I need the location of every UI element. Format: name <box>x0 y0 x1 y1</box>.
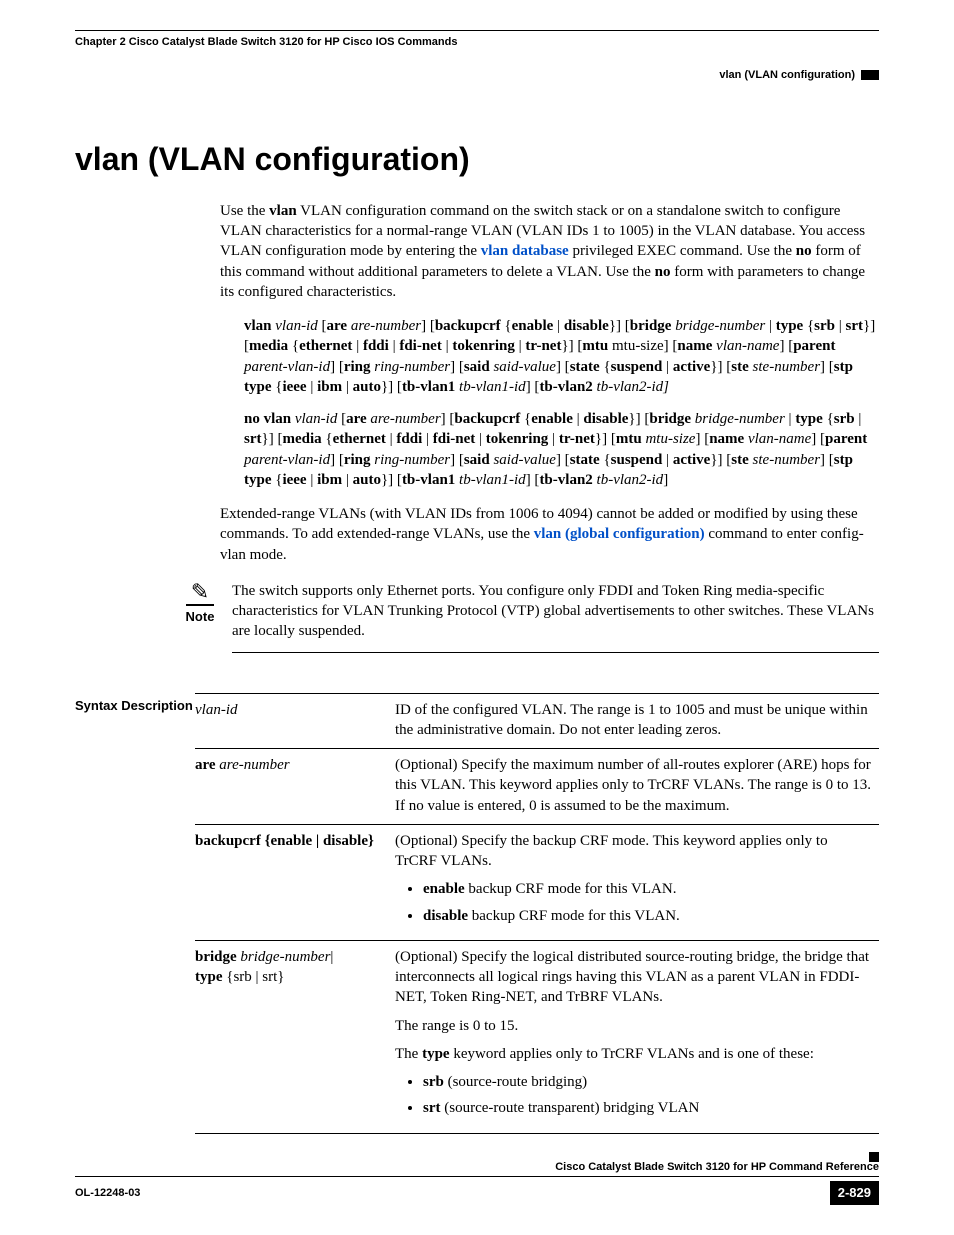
text: | <box>330 949 333 965</box>
text: (source-route transparent) bridging VLAN <box>441 1100 700 1116</box>
header-marker-icon <box>861 70 879 80</box>
section-header-text: vlan (VLAN configuration) <box>719 68 855 83</box>
list-item: enable backup CRF mode for this VLAN. <box>423 879 873 899</box>
keyword-no: no <box>655 264 671 280</box>
text: The <box>395 1046 422 1062</box>
syntax-description-label: Syntax Description <box>75 693 195 1134</box>
text: (source-route bridging) <box>444 1074 587 1090</box>
command-syntax-vlan: vlan vlan-id [are are-number] [backupcrf… <box>244 316 879 490</box>
table-row: are are-number (Optional) Specify the ma… <box>195 749 879 825</box>
note-block: ✎ Note The switch supports only Ethernet… <box>180 581 879 653</box>
section-header-bar: vlan (VLAN configuration) <box>75 68 879 83</box>
text: backup CRF mode for this VLAN. <box>465 881 677 897</box>
footer-book-title: Cisco Catalyst Blade Switch 3120 for HP … <box>555 1161 879 1173</box>
page-title: vlan (VLAN configuration) <box>75 138 879 181</box>
footer-doc-id: OL-12248-03 <box>75 1186 140 1201</box>
term-bridge-arg: bridge-number <box>240 949 330 965</box>
page-number-badge: 2-829 <box>830 1181 879 1205</box>
list-item: srt (source-route transparent) bridging … <box>423 1098 873 1118</box>
kw-enable: enable <box>423 881 465 897</box>
extended-range-paragraph: Extended-range VLANs (with VLAN IDs from… <box>220 504 879 565</box>
table-row: backupcrf {enable | disable} (Optional) … <box>195 824 879 940</box>
term-type-opts: {srb | srt} <box>226 969 284 985</box>
keyword-no: no <box>796 243 812 259</box>
chapter-header: Chapter 2 Cisco Catalyst Blade Switch 31… <box>75 35 879 50</box>
syntax-description-section: Syntax Description vlan-id ID of the con… <box>75 693 879 1134</box>
term-backupcrf: backupcrf {enable | disable} <box>195 833 374 849</box>
desc-bridge: (Optional) Specify the logical distribut… <box>395 940 879 1133</box>
text: backup CRF mode for this VLAN. <box>468 908 680 924</box>
text: The range is 0 to 15. <box>395 1016 873 1036</box>
keyword-vlan: vlan <box>269 203 297 219</box>
note-pen-icon: ✎ <box>186 581 214 606</box>
list-item: srb (source-route bridging) <box>423 1072 873 1092</box>
term-vlan-id: vlan-id <box>195 702 238 718</box>
intro-paragraph: Use the vlan VLAN configuration command … <box>220 201 879 302</box>
note-text: The switch supports only Ethernet ports.… <box>232 581 879 653</box>
link-vlan-global-config[interactable]: vlan (global configuration) <box>534 526 705 542</box>
term-are-arg: are-number <box>219 757 289 773</box>
footer-marker-icon <box>869 1152 879 1162</box>
kw-srb: srb <box>423 1074 444 1090</box>
kw-disable: disable <box>423 908 468 924</box>
note-label: Note <box>180 608 220 626</box>
list-item: disable backup CRF mode for this VLAN. <box>423 906 873 926</box>
desc-backupcrf: (Optional) Specify the backup CRF mode. … <box>395 824 879 940</box>
header-rule <box>75 30 879 31</box>
page-footer: Cisco Catalyst Blade Switch 3120 for HP … <box>75 1160 879 1205</box>
link-vlan-database[interactable]: vlan database <box>481 243 569 259</box>
kw-srt: srt <box>423 1100 441 1116</box>
term-are-kw: are <box>195 757 219 773</box>
text: privileged EXEC command. Use the <box>569 243 796 259</box>
desc-vlan-id: ID of the configured VLAN. The range is … <box>395 693 879 749</box>
text: (Optional) Specify the logical distribut… <box>395 947 873 1008</box>
table-row: vlan-id ID of the configured VLAN. The r… <box>195 693 879 749</box>
term-bridge-kw: bridge <box>195 949 240 965</box>
term-type-kw: type <box>195 969 226 985</box>
kw-type: type <box>422 1046 450 1062</box>
text: keyword applies only to TrCRF VLANs and … <box>450 1046 814 1062</box>
table-row: bridge bridge-number| type {srb | srt} (… <box>195 940 879 1133</box>
text: Use the <box>220 203 269 219</box>
syntax-table: vlan-id ID of the configured VLAN. The r… <box>195 693 879 1134</box>
text: (Optional) Specify the backup CRF mode. … <box>395 831 873 872</box>
desc-are: (Optional) Specify the maximum number of… <box>395 749 879 825</box>
